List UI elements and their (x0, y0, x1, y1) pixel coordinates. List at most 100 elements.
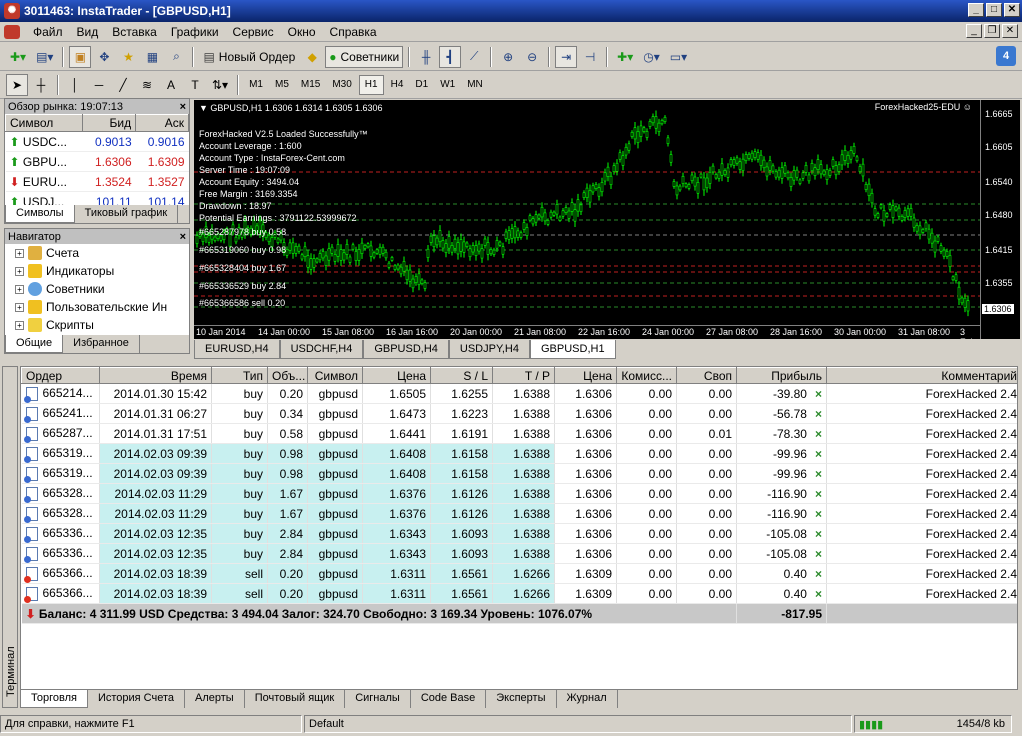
maximize-button[interactable]: □ (986, 3, 1002, 17)
nav-item-indicators[interactable]: + Индикаторы (5, 262, 189, 280)
profiles-icon[interactable]: ▤▾ (32, 46, 57, 68)
timeframe-mn[interactable]: MN (462, 75, 488, 95)
timeframe-d1[interactable]: D1 (410, 75, 433, 95)
navigator-close-icon[interactable]: × (180, 231, 189, 243)
chart-tab-gbpusd-h4[interactable]: GBPUSD,H4 (363, 340, 449, 359)
candles-icon[interactable]: ┫ (439, 45, 462, 68)
table-row[interactable]: 665328... 2014.02.03 11:29 buy 1.67 gbpusd 1.… (21, 503, 1017, 524)
tab-tick-chart[interactable]: Тиковый график (75, 205, 179, 223)
col-sl[interactable]: S / L (430, 367, 493, 384)
timeframe-m5[interactable]: M5 (270, 75, 294, 95)
mdi-minimize-button[interactable]: _ (966, 24, 982, 38)
timeframe-m15[interactable]: M15 (296, 75, 325, 95)
tab-alerts[interactable]: Алерты (185, 690, 245, 708)
tab-journal[interactable]: Журнал (557, 690, 618, 708)
col-swap[interactable]: Своп (676, 367, 737, 384)
chart-tab-usdjpy-h4[interactable]: USDJPY,H4 (448, 340, 530, 359)
chart-tab-usdchf-h4[interactable]: USDCHF,H4 (279, 340, 364, 359)
new-chart-icon[interactable]: ✚▾ (6, 46, 30, 68)
zoom-in-icon[interactable]: ⊕ (497, 46, 519, 68)
bar-chart-icon[interactable]: ╫ (415, 46, 437, 68)
menu-tools[interactable]: Сервис (226, 25, 281, 39)
mw-row[interactable]: ⬆ USDC... 0.9013 0.9016 (5, 131, 189, 152)
fibonacci-icon[interactable]: ≋ (136, 74, 158, 96)
market-watch-icon[interactable]: ▣ (69, 45, 92, 68)
close-position-icon[interactable]: × (815, 487, 822, 501)
horizontal-line-icon[interactable]: ─ (88, 74, 110, 96)
advisors-button[interactable]: ● Советники (325, 45, 404, 68)
zoom-out-icon[interactable]: ⊖ (521, 46, 543, 68)
tab-code-base[interactable]: Code Base (411, 690, 487, 708)
menu-window[interactable]: Окно (281, 25, 323, 39)
trendline-icon[interactable]: ╱ (112, 74, 134, 96)
col-tp[interactable]: T / P (492, 367, 555, 384)
chart-shift-icon[interactable]: ⊣ (579, 46, 601, 68)
tab-experts[interactable]: Эксперты (486, 690, 557, 708)
col-symbol[interactable]: Символ (307, 367, 363, 384)
close-button[interactable]: ✕ (1004, 3, 1020, 17)
table-row[interactable]: 665328... 2014.02.03 11:29 buy 1.67 gbpusd 1.… (21, 483, 1017, 504)
metaeditor-icon[interactable]: ◆ (301, 46, 323, 68)
close-position-icon[interactable]: × (815, 527, 822, 541)
periods-icon[interactable]: ◷▾ (639, 46, 664, 68)
menu-view[interactable]: Вид (70, 25, 106, 39)
nav-item-accounts[interactable]: + Счета (5, 244, 189, 262)
close-position-icon[interactable]: × (815, 547, 822, 561)
table-row[interactable]: 665319... 2014.02.03 09:39 buy 0.98 gbpusd 1.… (21, 463, 1017, 484)
terminal-side-label[interactable]: Терминал (2, 366, 18, 708)
navigator-icon[interactable]: ★ (117, 46, 139, 68)
notification-badge[interactable]: 4 (996, 46, 1016, 66)
data-window-icon[interactable]: ✥ (93, 46, 115, 68)
close-position-icon[interactable]: × (815, 567, 822, 581)
mdi-close-button[interactable]: ✕ (1002, 24, 1018, 38)
tab-account-history[interactable]: История Счета (88, 690, 186, 708)
arrows-icon[interactable]: ⇅▾ (208, 74, 232, 96)
new-order-button[interactable]: ▤ Новый Ордер (199, 46, 299, 68)
menu-insert[interactable]: Вставка (105, 25, 164, 39)
mw-col-ask[interactable]: Аск (135, 114, 189, 132)
line-chart-icon[interactable]: ⟋ (463, 46, 485, 68)
nav-item-scripts[interactable]: + Скрипты (5, 316, 189, 334)
text-icon[interactable]: A (160, 74, 182, 96)
table-row[interactable]: 665319... 2014.02.03 09:39 buy 0.98 gbpusd 1.… (21, 443, 1017, 464)
indicators-icon[interactable]: ✚▾ (613, 46, 637, 68)
table-row[interactable]: 665336... 2014.02.03 12:35 buy 2.84 gbpusd 1.… (21, 543, 1017, 564)
tab-trade[interactable]: Торговля (20, 690, 88, 708)
label-icon[interactable]: T (184, 74, 206, 96)
timeframe-h1[interactable]: H1 (358, 74, 384, 95)
chart-tab-eurusd-h4[interactable]: EURUSD,H4 (194, 340, 280, 359)
menu-charts[interactable]: Графики (164, 25, 226, 39)
tab-common[interactable]: Общие (5, 335, 64, 353)
close-position-icon[interactable]: × (815, 407, 822, 421)
price-chart[interactable]: ▼ GBPUSD,H1 1.6306 1.6314 1.6305 1.6306 … (194, 100, 1020, 339)
expand-icon[interactable]: + (15, 284, 24, 294)
col-comment[interactable]: Комментарий (826, 367, 1017, 384)
tab-favorites[interactable]: Избранное (63, 335, 140, 353)
vertical-line-icon[interactable]: │ (64, 74, 86, 96)
timeframe-w1[interactable]: W1 (435, 75, 460, 95)
table-row[interactable]: 665287... 2014.01.31 17:51 buy 0.58 gbpusd 1.… (21, 423, 1017, 444)
timeframe-m1[interactable]: M1 (244, 75, 268, 95)
mw-col-symbol[interactable]: Символ (4, 114, 84, 132)
close-position-icon[interactable]: × (815, 587, 822, 601)
cursor-icon[interactable]: ➤ (6, 73, 28, 96)
table-row[interactable]: 665241... 2014.01.31 06:27 buy 0.34 gbpusd 1.… (21, 403, 1017, 424)
table-row[interactable]: 665214... 2014.01.30 15:42 buy 0.20 gbpusd 1.… (21, 383, 1017, 404)
col-order[interactable]: Ордер (21, 367, 100, 384)
menu-file[interactable]: Файл (26, 25, 70, 39)
minimize-button[interactable]: _ (968, 3, 984, 17)
menu-help[interactable]: Справка (323, 25, 384, 39)
col-price[interactable]: Цена (362, 367, 431, 384)
table-row[interactable]: 665366... 2014.02.03 18:39 sell 0.20 gbpusd 1… (21, 583, 1017, 604)
mw-col-bid[interactable]: Бид (82, 114, 137, 132)
expand-icon[interactable]: + (15, 302, 24, 312)
market-watch-close-icon[interactable]: × (180, 101, 189, 113)
timeframe-m30[interactable]: M30 (327, 75, 356, 95)
col-volume[interactable]: Объ... (267, 367, 308, 384)
terminal-icon[interactable]: ▦ (141, 46, 163, 68)
expand-icon[interactable]: + (15, 248, 24, 258)
close-position-icon[interactable]: × (815, 507, 822, 521)
close-position-icon[interactable]: × (815, 467, 822, 481)
nav-item-advisors[interactable]: + Советники (5, 280, 189, 298)
nav-item-custom-indicators[interactable]: + Пользовательские Ин (5, 298, 189, 316)
